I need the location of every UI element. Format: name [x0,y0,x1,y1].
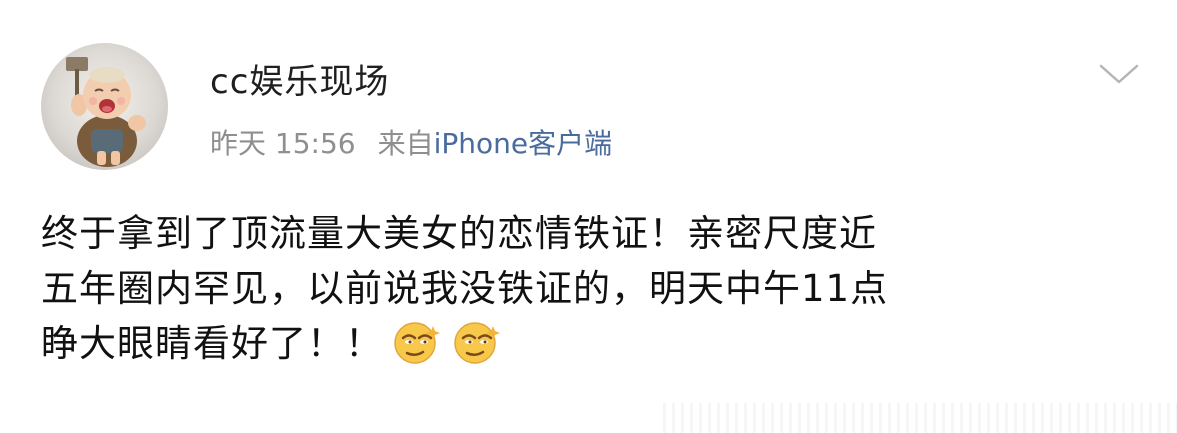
source-link[interactable]: iPhone客户端 [434,127,613,160]
timestamp: 昨天 15:56 [210,127,356,160]
avatar[interactable] [41,43,168,170]
baby-avatar-icon [66,57,146,167]
post-content: 终于拿到了顶流量大美女的恋情铁证！亲密尺度近 五年圈内罕见，以前说我没铁证的，明… [41,206,1141,371]
content-line: 终于拿到了顶流量大美女的恋情铁证！亲密尺度近 [41,212,877,255]
smirk-emoji-icon [391,318,443,366]
content-line: 五年圈内罕见，以前说我没铁证的，明天中午11点 [41,267,889,310]
post-meta: 昨天 15:56 来自iPhone客户端 [210,124,612,164]
weibo-post: cc娱乐现场 昨天 15:56 来自iPhone客户端 终于拿到了顶流量大美女的恋… [0,0,1177,433]
author-name[interactable]: cc娱乐现场 [210,58,389,106]
bottom-watermark-strip [657,403,1177,433]
smirk-emoji-icon [451,318,503,366]
source-prefix: 来自 [377,127,434,160]
content-line-last: 睁大眼睛看好了！！ [41,316,1141,371]
content-line-text: 睁大眼睛看好了！！ [41,322,383,365]
chevron-down-icon[interactable] [1097,58,1141,88]
